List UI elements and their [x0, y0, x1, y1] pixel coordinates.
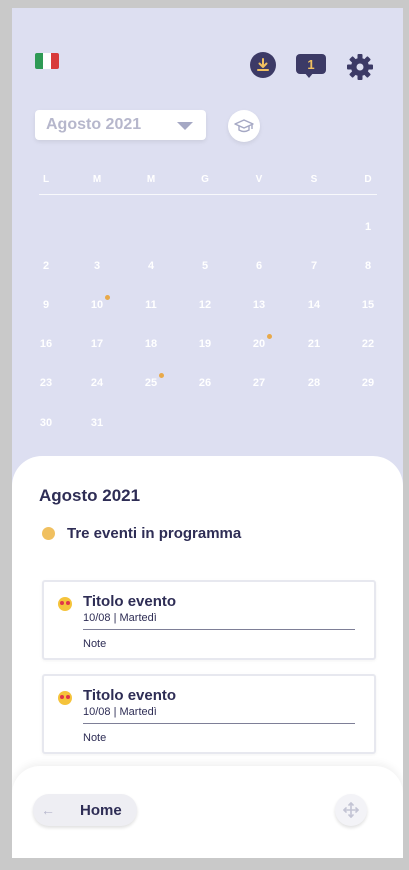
weekday-label: V	[255, 174, 263, 185]
month-select-value: Agosto 2021	[46, 116, 142, 133]
heart-eyes-emoji-icon	[58, 691, 72, 705]
gear-icon[interactable]	[345, 52, 375, 82]
event-dot-icon	[267, 334, 272, 339]
event-card[interactable]: Titolo evento 10/08 | Martedì Note	[42, 580, 376, 660]
weekday-label: M	[92, 174, 102, 185]
calendar-day[interactable]: 7	[301, 260, 327, 272]
event-date: 10/08 | Martedì	[83, 706, 157, 718]
calendar-day[interactable]: 13	[246, 299, 272, 311]
messages-button[interactable]: 1	[296, 54, 326, 78]
event-divider	[83, 723, 355, 724]
event-date: 10/08 | Martedì	[83, 612, 157, 624]
events-summary: Tre eventi in programma	[42, 525, 241, 542]
calendar-day[interactable]: 8	[355, 260, 381, 272]
calendar-day[interactable]: 30	[33, 417, 59, 429]
event-divider	[83, 629, 355, 630]
weekday-label: D	[364, 174, 372, 185]
calendar-day[interactable]: 4	[138, 260, 164, 272]
home-button-label: Home	[80, 801, 122, 819]
calendar-day[interactable]: 29	[355, 377, 381, 389]
calendar-day[interactable]: 28	[301, 377, 327, 389]
weekday-label: G	[201, 174, 209, 185]
calendar-day[interactable]: 9	[33, 299, 59, 311]
calendar-day[interactable]: 10	[84, 299, 110, 311]
event-title: Titolo evento	[83, 687, 177, 704]
month-select[interactable]: Agosto 2021	[35, 110, 206, 140]
calendar-day[interactable]: 25	[138, 377, 164, 389]
calendar-day[interactable]: 3	[84, 260, 110, 272]
calendar-day[interactable]: 1	[355, 221, 381, 233]
calendar-day[interactable]: 5	[192, 260, 218, 272]
move-arrows-button[interactable]	[335, 794, 367, 826]
calendar-day[interactable]: 2	[33, 260, 59, 272]
messages-count-badge: 1	[307, 56, 315, 72]
event-title: Titolo evento	[83, 593, 177, 610]
calendar-day[interactable]: 31	[84, 417, 110, 429]
calendar-day[interactable]: 15	[355, 299, 381, 311]
event-dot-icon	[159, 373, 164, 378]
graduation-cap-button[interactable]	[228, 110, 260, 142]
bottom-bar: ← Home	[12, 766, 403, 858]
weekday-label: L	[42, 174, 50, 185]
calendar-day[interactable]: 24	[84, 377, 110, 389]
calendar-day[interactable]: 27	[246, 377, 272, 389]
sheet-title: Agosto 2021	[39, 486, 141, 505]
summary-text: Tre eventi in programma	[67, 525, 242, 542]
chat-bubble-icon: 1	[296, 54, 326, 74]
event-note: Note	[83, 732, 107, 744]
calendar-day[interactable]: 16	[33, 338, 59, 350]
heart-eyes-emoji-icon	[58, 597, 72, 611]
chevron-down-icon	[177, 122, 193, 130]
calendar-day[interactable]: 18	[138, 338, 164, 350]
calendar-day[interactable]: 26	[192, 377, 218, 389]
event-card[interactable]: Titolo evento 10/08 | Martedì Note	[42, 674, 376, 754]
italy-flag-icon[interactable]	[35, 53, 59, 69]
weekday-label: M	[146, 174, 156, 185]
weekday-header: LMMGVSD	[35, 174, 382, 188]
event-dot-icon	[105, 295, 110, 300]
calendar-day[interactable]: 20	[246, 338, 272, 350]
calendar-day[interactable]: 6	[246, 260, 272, 272]
move-arrows-icon	[343, 802, 359, 818]
arrow-left-icon: ←	[41, 802, 55, 818]
calendar-day[interactable]: 14	[301, 299, 327, 311]
event-note: Note	[83, 638, 107, 650]
graduation-cap-icon	[234, 119, 254, 133]
weekday-label: S	[310, 174, 318, 185]
download-icon[interactable]	[250, 52, 276, 78]
calendar-divider	[39, 194, 377, 195]
app-screen: 1 Agosto 2021 L M M G V S D 1 2 3 4 5 6 …	[12, 8, 403, 858]
calendar-day[interactable]: 23	[33, 377, 59, 389]
calendar-day[interactable]: 21	[301, 338, 327, 350]
calendar-day[interactable]: 19	[192, 338, 218, 350]
home-button[interactable]: ← Home	[33, 794, 137, 826]
calendar-day[interactable]: 17	[84, 338, 110, 350]
calendar-day[interactable]: 22	[355, 338, 381, 350]
summary-dot-icon	[42, 527, 55, 540]
calendar-day[interactable]: 12	[192, 299, 218, 311]
calendar-day[interactable]: 11	[138, 299, 164, 311]
